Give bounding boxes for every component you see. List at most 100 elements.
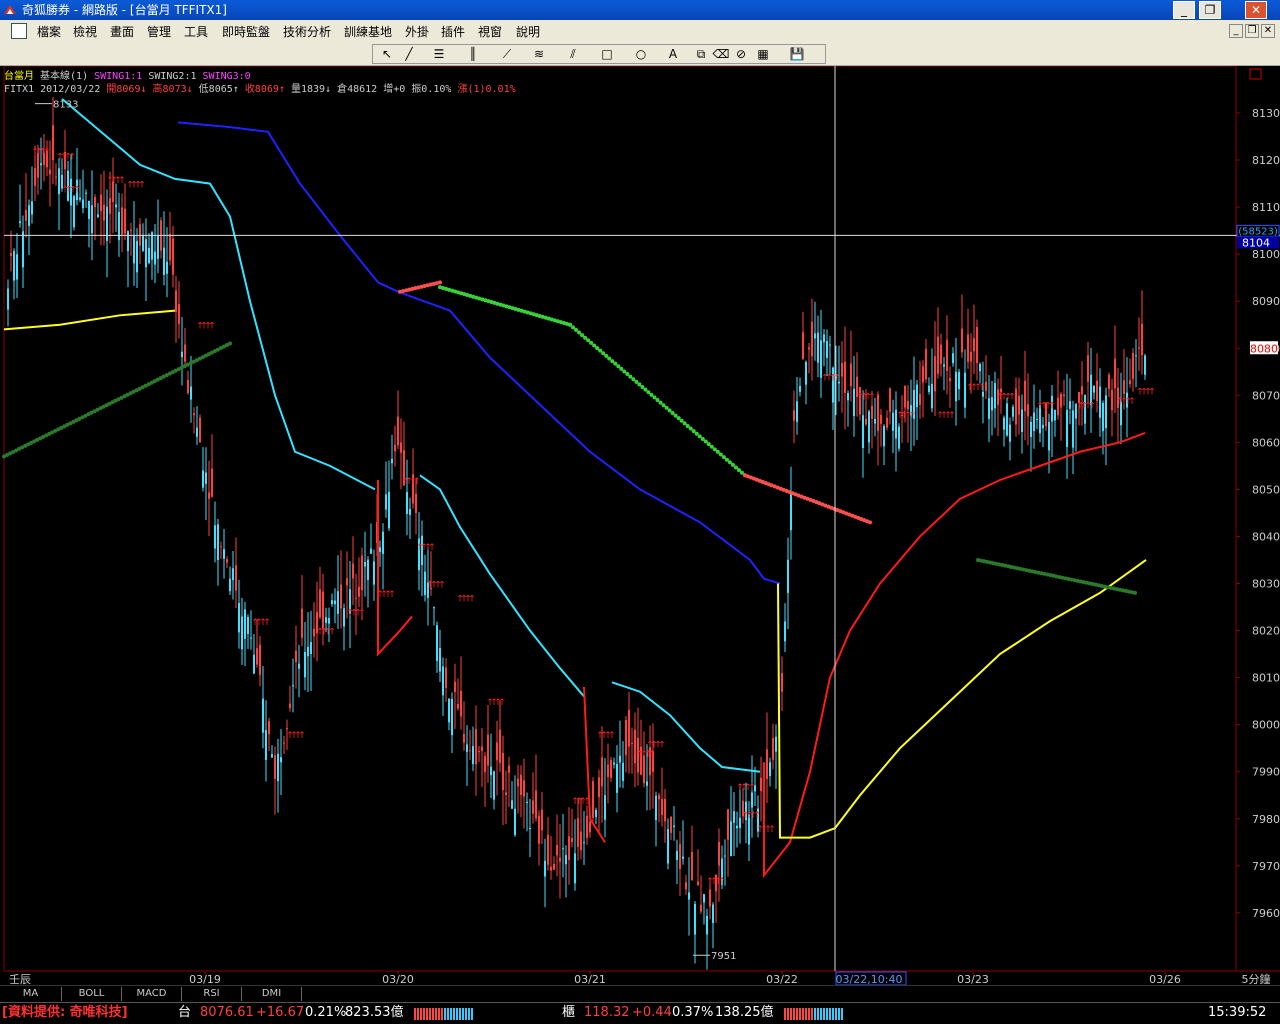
ma-yellow-line-1 bbox=[3, 309, 176, 331]
swing-dot-green bbox=[736, 468, 741, 473]
swing-dot-green bbox=[661, 403, 666, 408]
price-chart[interactable]: 8130 8120 8110 8100 8090 8080 8070 8060 8050 8040… bbox=[0, 66, 1280, 986]
menu-plugins[interactable]: 外掛 bbox=[405, 23, 429, 40]
candle-body bbox=[475, 729, 477, 765]
candle-body bbox=[523, 780, 525, 797]
eraser-tool-icon[interactable]: ⌫ bbox=[711, 46, 731, 62]
candle-body bbox=[991, 397, 993, 411]
tab-ma[interactable]: MA bbox=[0, 987, 62, 1001]
mdi-close-button[interactable]: ✕ bbox=[1261, 24, 1275, 38]
candle-body bbox=[736, 825, 738, 829]
candle-body bbox=[178, 304, 180, 324]
candle-body bbox=[955, 371, 957, 402]
candle-body bbox=[865, 418, 867, 425]
candle-body bbox=[709, 889, 711, 907]
candle-body bbox=[1090, 374, 1092, 405]
y-tick-label: 8020 bbox=[1252, 625, 1280, 638]
candle-body bbox=[607, 764, 609, 778]
candle-body bbox=[919, 393, 921, 405]
minimize-button[interactable]: _ bbox=[1173, 1, 1195, 19]
taiex-name: 台 bbox=[178, 1005, 192, 1020]
menu-file[interactable]: 檔案 bbox=[37, 23, 61, 40]
swing-dot-green bbox=[586, 338, 591, 343]
candle-body bbox=[322, 591, 324, 629]
candle-body bbox=[655, 795, 657, 821]
candle-body bbox=[166, 261, 168, 274]
copy-tool-icon[interactable]: ⧉ bbox=[691, 46, 711, 62]
chart-area[interactable]: 8130 8120 8110 8100 8090 8080 8070 8060 8050 8040… bbox=[0, 66, 1280, 986]
candle-body bbox=[1105, 395, 1107, 429]
candle-body bbox=[361, 555, 363, 591]
candle-body bbox=[217, 524, 219, 561]
fibonacci-tool-icon[interactable]: ≋ bbox=[529, 46, 549, 62]
vertical-lines-tool-icon[interactable]: ║ bbox=[463, 46, 483, 62]
channel-tool-icon[interactable]: ⫽ bbox=[563, 46, 583, 62]
color-tool-icon[interactable]: ▦ bbox=[753, 46, 773, 62]
candle-body bbox=[313, 628, 315, 637]
crosshair-price: 8104 bbox=[1242, 236, 1270, 249]
candle-body bbox=[355, 597, 357, 599]
candle-body bbox=[1141, 323, 1143, 356]
candle-body bbox=[1108, 374, 1110, 390]
candle-body bbox=[121, 207, 123, 235]
menu-realtime-monitor[interactable]: 即時監盤 bbox=[222, 23, 270, 40]
otc-breadth-bar bbox=[784, 1008, 844, 1020]
save-tool-icon[interactable]: 💾 bbox=[787, 46, 807, 62]
candle-body bbox=[673, 825, 675, 827]
menu-tools[interactable]: 工具 bbox=[184, 23, 208, 40]
y-tick-label: 8050 bbox=[1252, 483, 1280, 496]
candle-body bbox=[676, 850, 678, 861]
fan-lines-tool-icon[interactable]: ⟋ bbox=[497, 46, 517, 62]
document-icon[interactable] bbox=[11, 23, 27, 39]
line-tool-icon[interactable]: ╱ bbox=[399, 46, 419, 62]
menu-training[interactable]: 訓練基地 bbox=[344, 23, 392, 40]
swing-dot-green bbox=[637, 382, 642, 387]
tab-dmi[interactable]: DMI bbox=[242, 987, 302, 1001]
tab-boll[interactable]: BOLL bbox=[62, 987, 122, 1001]
y-tick-label: 8060 bbox=[1252, 436, 1280, 449]
candle-body bbox=[817, 332, 819, 363]
menu-addons[interactable]: 插件 bbox=[441, 23, 465, 40]
candle-body bbox=[22, 231, 24, 268]
tab-rsi[interactable]: RSI bbox=[182, 987, 242, 1001]
candle-body bbox=[538, 815, 540, 844]
pointer-tool-icon[interactable]: ↖ bbox=[377, 46, 397, 62]
candle-body bbox=[529, 828, 531, 830]
candle-body bbox=[952, 353, 954, 364]
y-tick-label: 8000 bbox=[1252, 719, 1280, 732]
menu-help[interactable]: 說明 bbox=[516, 23, 540, 40]
menu-window[interactable]: 視窗 bbox=[478, 23, 502, 40]
swing-arrow-marker: ↑ bbox=[413, 477, 421, 487]
candle-body bbox=[892, 412, 894, 431]
candle-body bbox=[286, 728, 288, 730]
tab-macd[interactable]: MACD bbox=[122, 987, 182, 1001]
menu-manage[interactable]: 管理 bbox=[147, 23, 171, 40]
candle-body bbox=[472, 746, 474, 765]
rectangle-tool-icon[interactable]: □ bbox=[597, 46, 617, 62]
candle-body bbox=[1033, 412, 1035, 432]
text-tool-icon[interactable]: A bbox=[663, 46, 683, 62]
restore-button[interactable]: ❐ bbox=[1199, 1, 1221, 19]
mdi-minimize-button[interactable]: _ bbox=[1229, 24, 1243, 38]
mdi-restore-button[interactable]: ❐ bbox=[1245, 24, 1259, 38]
candle-body bbox=[718, 841, 720, 866]
swing-dot-green bbox=[712, 447, 717, 452]
taiex-amount: 823.53億 bbox=[345, 1005, 404, 1020]
lock-tool-icon[interactable]: ⊘ bbox=[731, 46, 751, 62]
candle-body bbox=[1114, 358, 1116, 389]
candle-body bbox=[85, 192, 87, 194]
candle-body bbox=[307, 646, 309, 657]
candle-body bbox=[601, 757, 603, 787]
menu-screen[interactable]: 畫面 bbox=[110, 23, 134, 40]
ellipse-tool-icon[interactable]: ○ bbox=[631, 46, 651, 62]
candle-body bbox=[40, 163, 42, 166]
candle-body bbox=[1138, 347, 1140, 349]
swing-dot-green bbox=[595, 346, 600, 351]
candle-body bbox=[970, 352, 972, 362]
candle-body bbox=[1144, 355, 1146, 375]
menu-technical-analysis[interactable]: 技術分析 bbox=[283, 23, 331, 40]
horizontal-lines-tool-icon[interactable]: ☰ bbox=[429, 46, 449, 62]
menu-view[interactable]: 檢視 bbox=[73, 23, 97, 40]
close-button[interactable]: ✕ bbox=[1245, 1, 1267, 19]
candle-body bbox=[1003, 417, 1005, 430]
